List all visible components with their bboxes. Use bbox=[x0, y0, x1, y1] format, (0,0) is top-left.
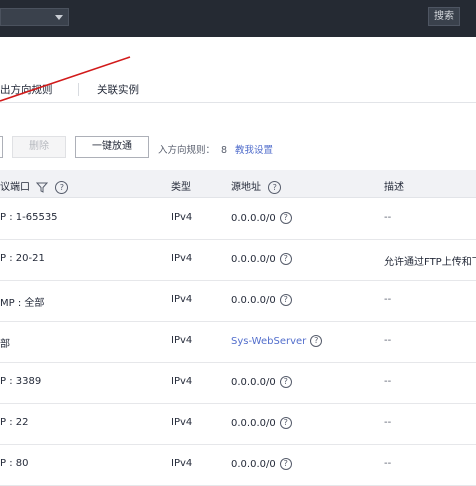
question-circle-icon[interactable]: ? bbox=[310, 335, 323, 347]
cell-description: -- bbox=[384, 458, 392, 469]
question-circle-icon[interactable]: ? bbox=[279, 417, 292, 429]
cell-type: IPv4 bbox=[171, 253, 193, 264]
top-navbar: 搜索 bbox=[0, 0, 476, 37]
question-circle-icon[interactable]: ? bbox=[268, 180, 282, 194]
cell-protocol-port: P : 1-65535 bbox=[0, 212, 58, 223]
cell-protocol-port: P : 3389 bbox=[0, 376, 42, 387]
cell-source: 0.0.0.0/0? bbox=[231, 458, 292, 470]
header-source: 源地址 ? bbox=[231, 178, 282, 194]
cell-source-value: 0.0.0.0/0 bbox=[231, 377, 276, 388]
cell-protocol-port: P : 20-21 bbox=[0, 253, 45, 264]
cell-description: -- bbox=[384, 417, 392, 428]
cell-type: IPv4 bbox=[171, 335, 193, 346]
chevron-down-icon bbox=[55, 15, 63, 20]
table-row: P : 80 IPv4 0.0.0.0/0? -- bbox=[0, 444, 476, 486]
cell-source: 0.0.0.0/0? bbox=[231, 253, 292, 265]
cell-source-value: 0.0.0.0/0 bbox=[231, 295, 276, 306]
cell-type: IPv4 bbox=[171, 212, 193, 223]
inbound-rules-number: 8 bbox=[221, 145, 228, 156]
cell-description: -- bbox=[384, 335, 392, 346]
cell-type: IPv4 bbox=[171, 294, 193, 305]
question-circle-icon[interactable]: ? bbox=[279, 212, 292, 224]
rules-toolbar: 删除 一键放通 入方向规则： 8 教我设置 bbox=[0, 136, 476, 160]
teach-me-link[interactable]: 教我设置 bbox=[235, 142, 273, 156]
cell-source: 0.0.0.0/0? bbox=[231, 294, 292, 306]
cell-source-value: 0.0.0.0/0 bbox=[231, 418, 276, 429]
question-circle-icon[interactable]: ? bbox=[279, 376, 292, 388]
inbound-rule-count: 入方向规则： 8 bbox=[158, 142, 227, 156]
cell-source: 0.0.0.0/0? bbox=[231, 417, 292, 429]
header-type: 类型 bbox=[171, 182, 191, 193]
table-row: P : 22 IPv4 0.0.0.0/0? -- bbox=[0, 403, 476, 445]
security-group-link[interactable]: Sys-WebServer bbox=[231, 336, 306, 347]
cell-type: IPv4 bbox=[171, 376, 193, 387]
table-row: P : 20-21 IPv4 0.0.0.0/0? 允许通过FTP上传和下 bbox=[0, 239, 476, 281]
tab-outbound-rules[interactable]: 出方向规则 bbox=[0, 82, 53, 97]
search-button[interactable]: 搜索 bbox=[428, 7, 460, 26]
tab-associated-instances[interactable]: 关联实例 bbox=[97, 82, 139, 97]
inbound-rules-label: 入方向规则： bbox=[158, 145, 216, 156]
tab-divider bbox=[78, 83, 79, 96]
cell-protocol-port: MP : 全部 bbox=[0, 298, 45, 309]
cell-description: -- bbox=[384, 212, 392, 223]
cell-source-value: 0.0.0.0/0 bbox=[231, 254, 276, 265]
cell-type: IPv4 bbox=[171, 417, 193, 428]
question-circle-icon[interactable]: ? bbox=[279, 253, 292, 265]
table-header: 议端口 ? 类型 源地址 ? 描述 bbox=[0, 170, 476, 198]
one-click-allow-button[interactable]: 一键放通 bbox=[75, 136, 149, 158]
cell-type: IPv4 bbox=[171, 458, 193, 469]
rule-tabs: 出方向规则 关联实例 bbox=[0, 74, 476, 103]
header-protocol-port: 议端口 ? bbox=[0, 178, 69, 194]
table-row: P : 1-65535 IPv4 0.0.0.0/0? -- bbox=[0, 198, 476, 240]
delete-button[interactable]: 删除 bbox=[12, 136, 66, 158]
cell-protocol-port: 部 bbox=[0, 339, 10, 350]
cell-source: Sys-WebServer? bbox=[231, 335, 323, 347]
cell-source: 0.0.0.0/0? bbox=[231, 376, 292, 388]
question-circle-icon[interactable]: ? bbox=[55, 180, 69, 194]
header-description: 描述 bbox=[384, 182, 404, 193]
cell-protocol-port: P : 22 bbox=[0, 417, 29, 428]
cell-description: 允许通过FTP上传和下 bbox=[384, 257, 476, 268]
cell-description: -- bbox=[384, 294, 392, 305]
header-source-label: 源地址 bbox=[231, 182, 261, 193]
region-select[interactable] bbox=[0, 8, 69, 26]
cell-source-value: 0.0.0.0/0 bbox=[231, 213, 276, 224]
cell-protocol-port: P : 80 bbox=[0, 458, 29, 469]
question-circle-icon[interactable]: ? bbox=[279, 294, 292, 306]
cell-description: -- bbox=[384, 376, 392, 387]
add-rule-button[interactable] bbox=[0, 136, 3, 158]
filter-icon[interactable] bbox=[36, 182, 49, 193]
table-row: 部 IPv4 Sys-WebServer? -- bbox=[0, 321, 476, 363]
table-row: P : 3389 IPv4 0.0.0.0/0? -- bbox=[0, 362, 476, 404]
cell-source-value: 0.0.0.0/0 bbox=[231, 459, 276, 470]
table-row: MP : 全部 IPv4 0.0.0.0/0? -- bbox=[0, 280, 476, 322]
question-circle-icon[interactable]: ? bbox=[279, 458, 292, 470]
header-protocol-port-label: 议端口 bbox=[0, 182, 30, 193]
cell-source: 0.0.0.0/0? bbox=[231, 212, 292, 224]
